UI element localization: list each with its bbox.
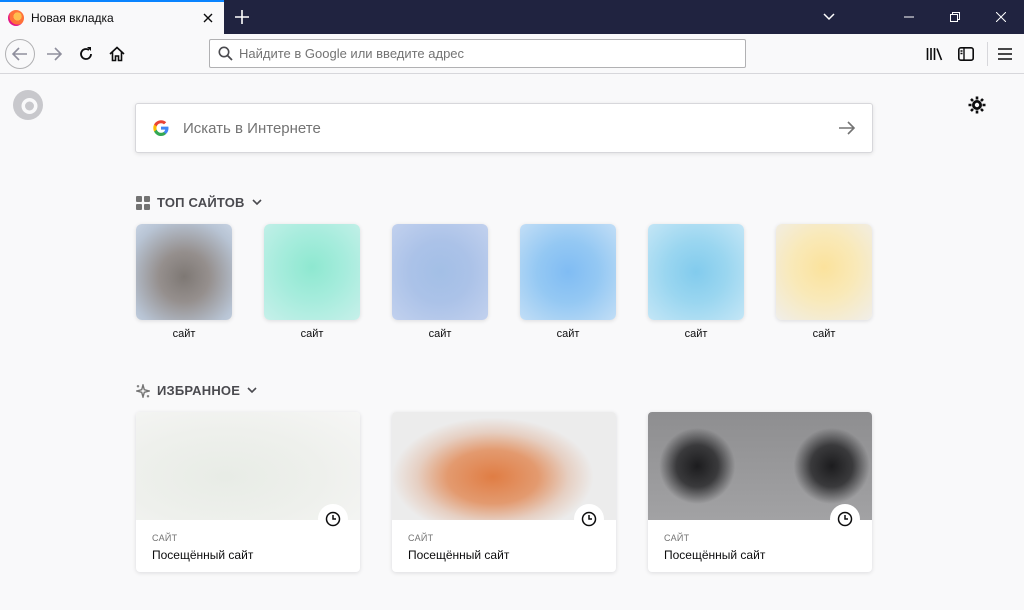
list-all-tabs-button[interactable] (806, 0, 852, 34)
highlight-host: САЙТ (664, 533, 690, 543)
clock-icon (574, 504, 604, 534)
navigation-toolbar (0, 34, 1024, 74)
open-menu-button[interactable] (989, 38, 1021, 70)
tab-title: Новая вкладка (31, 11, 114, 25)
arrow-right-icon (839, 121, 856, 135)
topsite-thumbnail (136, 224, 232, 320)
highlight-title: Посещённый сайт (408, 548, 510, 562)
close-window-button[interactable] (978, 0, 1024, 34)
search-submit-button[interactable] (822, 104, 872, 152)
new-tab-page: ТОП САЙТОВ сайт сайт сайт сайт сайт сайт… (0, 75, 1024, 610)
highlight-card[interactable]: САЙТ Посещённый сайт (648, 412, 872, 572)
highlight-thumbnail (648, 412, 872, 520)
highlight-card[interactable]: САЙТ Посещённый сайт (136, 412, 360, 572)
tab-new-tab[interactable]: Новая вкладка (0, 0, 224, 34)
topsite-tile[interactable]: сайт (136, 224, 232, 340)
topsite-thumbnail (520, 224, 616, 320)
web-search-input[interactable] (183, 119, 822, 137)
title-bar: Новая вкладка (0, 0, 1024, 34)
highlight-title: Посещённый сайт (664, 548, 766, 562)
forward-arrow-icon (47, 47, 62, 61)
highlights-section-header[interactable]: ИЗБРАННОЕ (136, 383, 257, 398)
topsite-label: сайт (300, 328, 324, 340)
topsite-label: сайт (684, 328, 708, 340)
topsite-thumbnail (648, 224, 744, 320)
chevron-down-icon (252, 199, 262, 206)
back-arrow-icon (5, 39, 35, 69)
topsites-heading: ТОП САЙТОВ (157, 195, 245, 210)
clock-icon (318, 504, 348, 534)
gear-icon (968, 96, 986, 114)
highlight-title: Посещённый сайт (152, 548, 254, 562)
topsite-thumbnail (264, 224, 360, 320)
restore-button[interactable] (932, 0, 978, 34)
topsite-tile[interactable]: сайт (776, 224, 872, 340)
topsite-thumbnail (392, 224, 488, 320)
home-icon (109, 46, 125, 62)
reload-button[interactable] (70, 38, 102, 70)
topsite-label: сайт (556, 328, 580, 340)
sidebars-button[interactable] (950, 38, 982, 70)
topsite-label: сайт (812, 328, 836, 340)
highlight-host: САЙТ (152, 533, 178, 543)
sparkle-icon (136, 383, 150, 398)
minimize-button[interactable] (886, 0, 932, 34)
chevron-down-icon (247, 387, 257, 394)
close-icon[interactable] (196, 6, 220, 30)
google-icon (153, 120, 169, 136)
topsite-thumbnail (776, 224, 872, 320)
highlight-card[interactable]: САЙТ Посещённый сайт (392, 412, 616, 572)
highlight-thumbnail (392, 412, 616, 520)
hamburger-menu-icon (998, 48, 1012, 60)
highlight-host: САЙТ (408, 533, 434, 543)
topsite-label: сайт (428, 328, 452, 340)
topsite-tile[interactable]: сайт (520, 224, 616, 340)
sidebar-icon (958, 47, 974, 61)
firefox-icon (8, 10, 24, 26)
address-bar[interactable] (209, 39, 746, 68)
back-button[interactable] (4, 38, 36, 70)
toolbar-separator (987, 42, 988, 66)
library-icon (926, 48, 942, 61)
home-button[interactable] (101, 38, 133, 70)
topsites-section-header[interactable]: ТОП САЙТОВ (136, 195, 262, 210)
search-icon (218, 46, 233, 61)
topsite-label: сайт (172, 328, 196, 340)
clock-icon (830, 504, 860, 534)
web-search-box[interactable] (135, 103, 873, 153)
library-button[interactable] (918, 38, 950, 70)
highlight-thumbnail (136, 412, 360, 520)
firefox-logo-icon (12, 89, 44, 121)
forward-button[interactable] (38, 38, 70, 70)
reload-icon (80, 47, 92, 60)
topsite-tile[interactable]: сайт (648, 224, 744, 340)
address-input[interactable] (239, 46, 719, 61)
grid-icon (136, 195, 150, 210)
topsite-tile[interactable]: сайт (392, 224, 488, 340)
highlights-heading: ИЗБРАННОЕ (157, 383, 241, 398)
topsite-tile[interactable]: сайт (264, 224, 360, 340)
new-tab-button[interactable] (228, 3, 256, 31)
customize-button[interactable] (966, 94, 988, 116)
